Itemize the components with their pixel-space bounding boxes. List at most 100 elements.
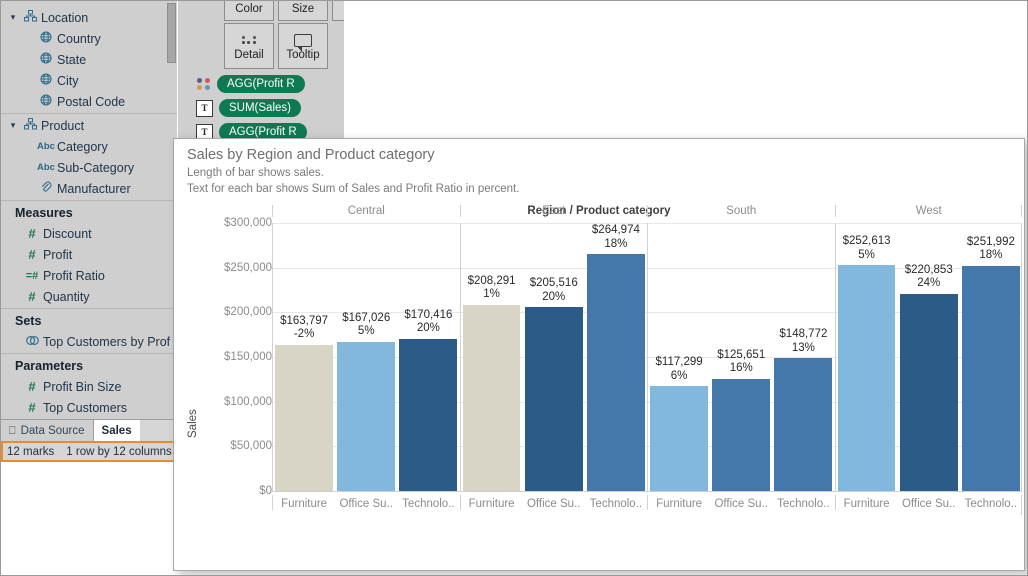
sidebar-folder-product[interactable]: ▾ Product (1, 115, 177, 136)
marks-pill-row-text1[interactable]: T SUM(Sales) (196, 99, 301, 117)
category-label[interactable]: Technolo.. (962, 495, 1020, 510)
marks-color-button[interactable]: Color (224, 1, 274, 21)
bar-ratio-label: 20% (542, 290, 566, 303)
region-header-central[interactable]: Central (272, 205, 460, 217)
sidebar-item-city[interactable]: City (1, 70, 177, 91)
marks-buttons-row: Color Size L (224, 1, 344, 21)
pill-sum-sales[interactable]: SUM(Sales) (219, 99, 301, 117)
category-label[interactable]: Office Su.. (712, 495, 770, 510)
category-label[interactable]: Office Su.. (337, 495, 395, 510)
viz-panel[interactable]: Sales by Region and Product category Len… (173, 138, 1025, 571)
set-icon (21, 335, 43, 349)
pill-agg-profit-ratio-color[interactable]: AGG(Profit R (217, 75, 305, 93)
marks-pill-row-color[interactable]: AGG(Profit R (196, 75, 305, 93)
chevron-down-icon[interactable]: ▾ (7, 12, 19, 23)
bar-west-officesu[interactable] (899, 293, 958, 491)
sidebar-item-quantity[interactable]: # Quantity (1, 286, 177, 307)
bar-central-officesu[interactable] (337, 341, 396, 491)
marks-tooltip-button[interactable]: Tooltip (278, 23, 328, 69)
category-label[interactable]: Technolo.. (587, 495, 645, 510)
sidebar-item-top-customers-by-profit[interactable]: Top Customers by Prof (1, 331, 177, 352)
chevron-down-icon[interactable]: ▾ (7, 120, 19, 131)
category-label[interactable]: Technolo.. (774, 495, 832, 510)
category-label[interactable]: Furniture (838, 495, 896, 510)
y-axis-tick-label: $250,000 (224, 261, 272, 274)
bar-central-furniture[interactable] (275, 344, 333, 491)
category-label[interactable]: Office Su.. (900, 495, 958, 510)
sidebar-item-label: State (57, 52, 87, 67)
y-axis-tick-label: $300,000 (224, 217, 272, 229)
bar-east-officesu[interactable] (524, 307, 583, 491)
y-axis-tick-label: $0 (259, 485, 272, 497)
sidebar-item-label: Category (57, 139, 108, 154)
bar-south-furniture[interactable] (650, 386, 708, 491)
sidebar-item-profit[interactable]: # Profit (1, 244, 177, 265)
region-header-west[interactable]: West (834, 205, 1023, 217)
hash-icon: # (28, 379, 36, 394)
sidebar-item-sub-category[interactable]: Abc Sub-Category (1, 157, 177, 178)
category-label[interactable]: Office Su.. (525, 495, 583, 510)
pane-west: $252,613 5% $220,853 24% $251,992 18% (834, 223, 1023, 491)
viz-subtitle-2: Text for each bar shows Sum of Sales and… (187, 183, 520, 195)
sidebar-folder-location[interactable]: ▾ Location (1, 7, 177, 28)
bar-ratio-label: 24% (917, 277, 941, 290)
detail-dots-icon (241, 31, 257, 49)
bar-east-technolo[interactable] (586, 254, 645, 491)
section-header-label: Measures (15, 205, 73, 220)
bar-data-label: $205,516 20% (513, 277, 595, 304)
sidebar-scrollbar-thumb[interactable] (167, 3, 176, 63)
sidebar-item-category[interactable]: Abc Category (1, 136, 177, 157)
data-pane-sidebar[interactable]: ▾ Location Country State City Postal Code ▾ Pro… (1, 1, 177, 425)
bar-group: $208,291 1% $205,516 20% $264,974 18% (461, 223, 648, 491)
sidebar-item-top-customers[interactable]: # Top Customers (1, 397, 177, 418)
category-label[interactable]: Furniture (463, 495, 521, 510)
status-marks-count: 12 marks (7, 445, 55, 458)
marks-pill-row-text2[interactable]: T AGG(Profit R (196, 123, 307, 138)
marks-detail-button[interactable]: Detail (224, 23, 274, 69)
region-header-east[interactable]: East (459, 205, 648, 217)
marks-card[interactable]: Color Size L Detail Tooltip AGG(Profit R (178, 1, 344, 138)
marks-label-button[interactable]: L (332, 1, 344, 21)
bar-central-technolo[interactable] (399, 338, 458, 491)
category-label[interactable]: Furniture (275, 495, 333, 510)
sidebar-item-profit-ratio[interactable]: =# Profit Ratio (1, 265, 177, 286)
sidebar-item-discount[interactable]: # Discount (1, 223, 177, 244)
marks-size-button[interactable]: Size (278, 1, 328, 21)
sidebar-item-manufacturer[interactable]: Manufacturer (1, 178, 177, 199)
sidebar-divider (1, 200, 177, 201)
category-label[interactable]: Technolo.. (399, 495, 457, 510)
category-label[interactable]: Furniture (650, 495, 708, 510)
bar-data-label: $264,974 18% (575, 224, 657, 251)
bar-east-furniture[interactable] (462, 304, 521, 491)
pill-agg-profit-ratio-text[interactable]: AGG(Profit R (219, 123, 307, 138)
bar-group: $252,613 5% $220,853 24% $251,992 18% (836, 223, 1023, 491)
sidebar-item-state[interactable]: State (1, 49, 177, 70)
category-axis-labels: Furniture Office Su.. Technolo.. Furniture O… (272, 495, 1022, 515)
y-axis-tick-label: $100,000 (224, 395, 272, 408)
worksheet-tab-strip[interactable]: ⎕ Data Source Sales (1, 419, 177, 442)
sidebar-item-label: Location (41, 10, 89, 25)
sidebar-item-profit-bin-size[interactable]: # Profit Bin Size (1, 376, 177, 397)
paperclip-icon (35, 181, 57, 196)
bar-west-furniture[interactable] (837, 265, 896, 491)
bar-west-technolo[interactable] (961, 265, 1020, 491)
bar-value-label: $264,974 (591, 224, 640, 237)
bar-south-officesu[interactable] (712, 378, 771, 491)
sidebar-item-label: Postal Code (57, 94, 126, 109)
status-dimensions: 1 row by 12 columns (66, 445, 172, 458)
folder-icon (19, 10, 41, 25)
globe-icon (35, 73, 57, 88)
sidebar-section-parameters: Parameters (1, 355, 177, 376)
pane-end-border (1021, 223, 1022, 491)
tab-sheet-sales[interactable]: Sales (93, 420, 140, 442)
region-header-south[interactable]: South (647, 205, 835, 217)
bar-south-technolo[interactable] (774, 358, 833, 491)
bar-data-label: $252,613 5% (826, 235, 908, 262)
status-bar: 12 marks 1 row by 12 columns (1, 441, 177, 462)
bar-value-label: $252,613 (842, 235, 891, 248)
tab-data-source[interactable]: ⎕ Data Source (1, 420, 94, 442)
globe-icon (35, 52, 57, 67)
bar-data-label: $220,853 24% (888, 264, 970, 291)
sidebar-item-postal-code[interactable]: Postal Code (1, 91, 177, 112)
sidebar-item-country[interactable]: Country (1, 28, 177, 49)
